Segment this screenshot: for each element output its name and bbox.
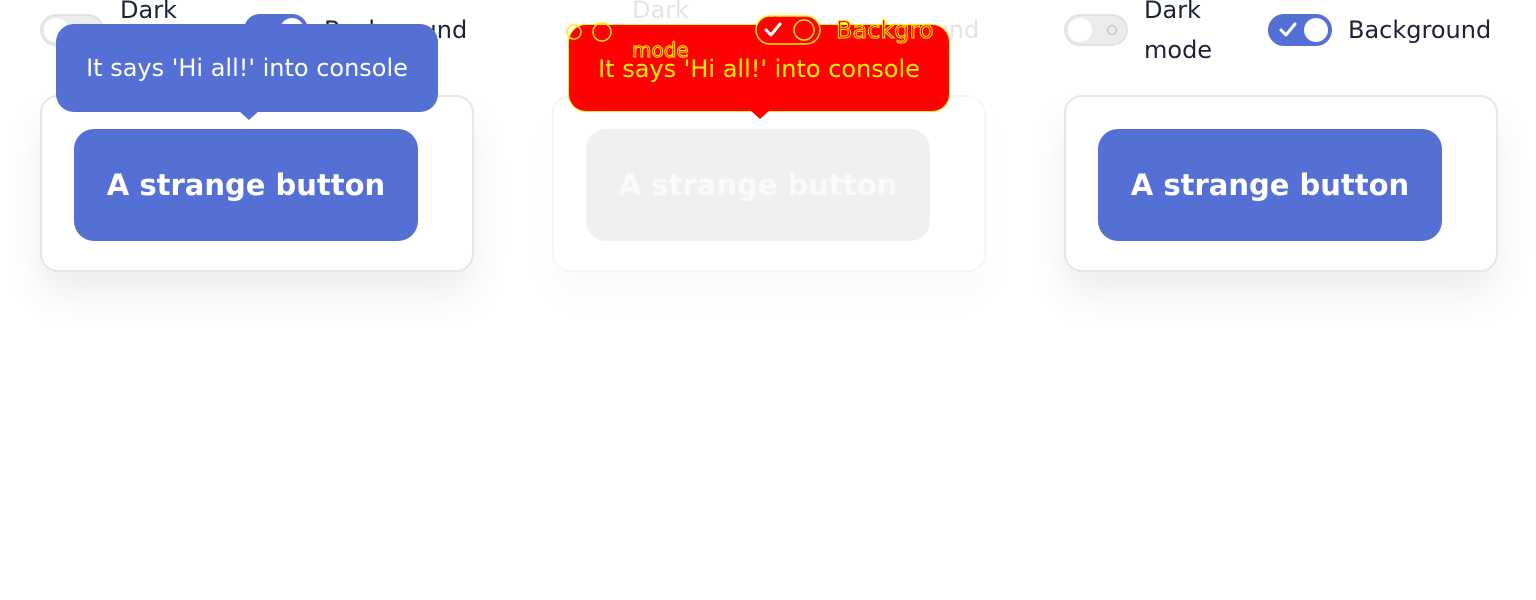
toggle-knob: [1068, 18, 1092, 42]
check-icon: [1279, 22, 1297, 37]
tooltip-arrow: [750, 110, 770, 119]
tooltip-arrow: [239, 111, 259, 120]
strange-button[interactable]: A strange button: [1098, 129, 1442, 241]
toggle-knob: [1304, 18, 1328, 42]
circle-icon: [1107, 25, 1117, 35]
button-card: A strange button: [1064, 95, 1498, 272]
panel-2: Dark mode Background A strange button It…: [552, 0, 1022, 300]
dark-mode-label-outline: mode: [632, 38, 690, 63]
background-label-outline: Backgro: [836, 16, 935, 45]
strange-button[interactable]: A strange button: [586, 129, 930, 241]
strange-button[interactable]: A strange button: [74, 129, 418, 241]
background-label: Background: [1348, 16, 1492, 44]
background-toggle[interactable]: [1268, 14, 1332, 46]
tooltip-text: It says 'Hi all!' into console: [86, 54, 408, 82]
button-card: A strange button: [552, 95, 986, 272]
button-card: A strange button: [40, 95, 474, 272]
background-toggle[interactable]: [754, 14, 824, 46]
dark-mode-toggle[interactable]: [564, 18, 624, 48]
tooltip: It says 'Hi all!' into console: [56, 24, 438, 120]
panel-3: Dark mode Background A strange button: [1064, 0, 1534, 300]
circle-icon: [566, 24, 582, 40]
dark-mode-label: Dark mode: [1144, 0, 1213, 64]
panel-1: Dark mode Background It says 'Hi all!' i…: [40, 0, 510, 300]
dark-mode-toggle[interactable]: [1064, 14, 1128, 46]
